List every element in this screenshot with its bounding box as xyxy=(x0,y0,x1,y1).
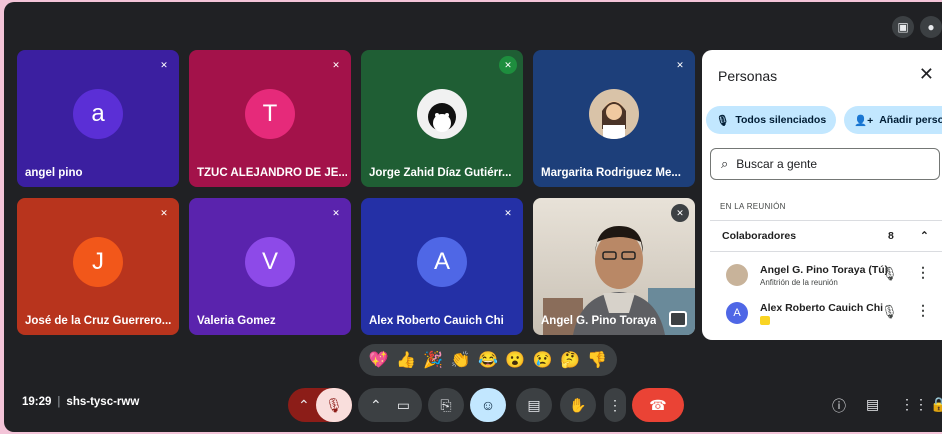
mic-off-button[interactable]: 🎙 xyxy=(316,388,352,422)
mic-off-icon: ✕ xyxy=(676,59,684,70)
people-panel: Personas ✕ 🎙 Todos silenciados 👤+ Añadir… xyxy=(702,50,942,340)
participant-name: angel pino xyxy=(25,167,83,179)
hand-icon: ✋ xyxy=(569,396,587,413)
mic-off-icon: 🎙 xyxy=(716,114,730,127)
search-input[interactable]: ⌕ Buscar a gente xyxy=(710,148,940,180)
present-button[interactable]: ⎘ xyxy=(428,388,464,422)
mic-off-icon: 🎙 xyxy=(325,396,343,413)
mic-off-icon[interactable]: 🎙 xyxy=(881,266,898,282)
mic-off-icon: ✕ xyxy=(160,207,168,218)
mic-off-icon: ✕ xyxy=(332,207,340,218)
avatar: a xyxy=(73,88,123,139)
section-label: EN LA REUNIÓN xyxy=(720,202,786,211)
avatar xyxy=(726,264,748,286)
participant-tile[interactable]: ✕ J José de la Cruz Guerrero... xyxy=(17,198,179,335)
avatar: J xyxy=(73,236,123,287)
mic-off-icon[interactable]: 🎙 xyxy=(881,304,898,320)
chevron-up-icon[interactable]: ⌃ xyxy=(920,230,929,242)
mic-off-icon: ✕ xyxy=(160,59,168,70)
add-people-button[interactable]: 👤+ Añadir persona xyxy=(844,106,942,134)
chat-icon[interactable]: ▤ xyxy=(866,396,879,413)
video-grid: ✕ a angel pino ✕ T TZUC ALEJANDRO DE JE.… xyxy=(17,50,695,340)
badge-icon xyxy=(760,316,770,325)
more-vert-icon: ⋮ xyxy=(608,396,622,413)
lock-icon[interactable]: 🔒 xyxy=(930,396,942,413)
participant-tile[interactable]: ✕ a angel pino xyxy=(17,50,179,187)
reactions-bar: 💖 👍 🎉 👏 😂 😮 😢 🤔 👎 xyxy=(359,344,617,376)
avatar-photo xyxy=(417,88,467,139)
clap-reaction[interactable]: 👏 xyxy=(451,350,471,370)
camera-icon: ▭ xyxy=(396,396,410,413)
hang-up-icon: ☎ xyxy=(649,396,667,413)
avatar-photo xyxy=(589,88,639,139)
activities-icon[interactable]: ⋮⋮ xyxy=(900,396,928,413)
info-icon[interactable]: ⓘ xyxy=(832,396,846,416)
participant-name: Alex Roberto Cauich Chi xyxy=(369,315,504,327)
sad-reaction[interactable]: 😢 xyxy=(533,350,553,370)
mic-off-icon: ✕ xyxy=(332,59,340,70)
thumbs-up-reaction[interactable]: 👍 xyxy=(396,350,416,370)
pip-icon[interactable] xyxy=(669,311,687,327)
more-options-icon[interactable]: ⋮ xyxy=(916,302,930,319)
mic-off-icon: ✕ xyxy=(504,207,512,218)
participant-row[interactable]: Angel G. Pino Toraya (Tú) Anfitrión de l… xyxy=(726,262,941,292)
add-person-icon: 👤+ xyxy=(854,114,874,127)
laugh-reaction[interactable]: 😂 xyxy=(478,350,498,370)
participant-tile[interactable]: ✕ V Valeria Gomez xyxy=(189,198,351,335)
panel-title: Personas xyxy=(718,68,778,84)
meet-window: ▣ ● ✕ a angel pino ✕ T TZUC ALEJANDRO DE… xyxy=(4,2,942,432)
chevron-up-icon: ⌃ xyxy=(370,396,382,413)
avatar: V xyxy=(245,236,295,287)
participant-tile[interactable]: ✕ Margarita Rodriguez Me... xyxy=(533,50,695,187)
thumbs-down-reaction[interactable]: 👎 xyxy=(587,350,607,370)
search-icon: ⌕ xyxy=(721,156,729,171)
meeting-info: 19:29 | shs-tysc-rww xyxy=(22,396,140,408)
participant-tile[interactable]: ✕ A Alex Roberto Cauich Chi xyxy=(361,198,523,335)
more-options-button[interactable]: ⋮ xyxy=(604,388,626,422)
emoji-icon: ☺ xyxy=(480,397,496,413)
participant-name: Margarita Rodriguez Me... xyxy=(541,167,681,179)
participant-name: Angel G. Pino Toraya xyxy=(541,315,657,327)
thinking-reaction[interactable]: 🤔 xyxy=(560,350,580,370)
participant-tile[interactable]: ✕ T TZUC ALEJANDRO DE JE... xyxy=(189,50,351,187)
reactions-button[interactable]: ☺ xyxy=(470,388,506,422)
captions-icon: ▤ xyxy=(527,396,541,413)
account-icon[interactable]: ● xyxy=(920,16,942,38)
mute-all-button[interactable]: 🎙 Todos silenciados xyxy=(706,106,837,134)
avatar: A xyxy=(417,236,467,287)
participant-tile-self[interactable]: ✕ Angel G. Pino Toraya xyxy=(533,198,695,335)
no-camera-icon[interactable]: ▣ xyxy=(892,16,914,38)
leave-call-button[interactable]: ☎ xyxy=(632,388,684,422)
participant-name: José de la Cruz Guerrero... xyxy=(25,315,172,327)
present-screen-icon: ⎘ xyxy=(440,396,452,413)
avatar: T xyxy=(245,88,295,139)
raise-hand-button[interactable]: ✋ xyxy=(560,388,596,422)
captions-button[interactable]: ▤ xyxy=(516,388,552,422)
party-reaction[interactable]: 🎉 xyxy=(423,350,443,370)
collaborators-group[interactable]: Colaboradores 8 ⌃ xyxy=(710,220,942,252)
participant-name: TZUC ALEJANDRO DE JE... xyxy=(197,167,347,179)
camera-button[interactable]: ⌃ ▭ xyxy=(358,388,422,422)
more-options-icon[interactable]: ⋮ xyxy=(916,264,930,281)
participant-name: Valeria Gomez xyxy=(197,315,276,327)
top-right-icons: ▣ ● xyxy=(892,16,942,38)
group-count: 8 xyxy=(888,230,894,242)
mic-off-icon: ✕ xyxy=(499,56,517,74)
close-icon[interactable]: ✕ xyxy=(919,64,934,85)
heart-reaction[interactable]: 💖 xyxy=(369,350,389,370)
participant-tile[interactable]: ✕ Jorge Zahid Díaz Gutiérr... xyxy=(361,50,523,187)
participant-name: Jorge Zahid Díaz Gutiérr... xyxy=(369,167,512,179)
avatar: A xyxy=(726,302,748,324)
bottom-toolbar: 19:29 | shs-tysc-rww ⌃ 🎙 ⌃ ▭ ⎘ ☺ ▤ ✋ ⋮ ☎ ⓘ… xyxy=(4,380,942,432)
participant-row[interactable]: A Alex Roberto Cauich Chi 🎙 ⋮ xyxy=(726,300,941,330)
surprised-reaction[interactable]: 😮 xyxy=(505,350,525,370)
